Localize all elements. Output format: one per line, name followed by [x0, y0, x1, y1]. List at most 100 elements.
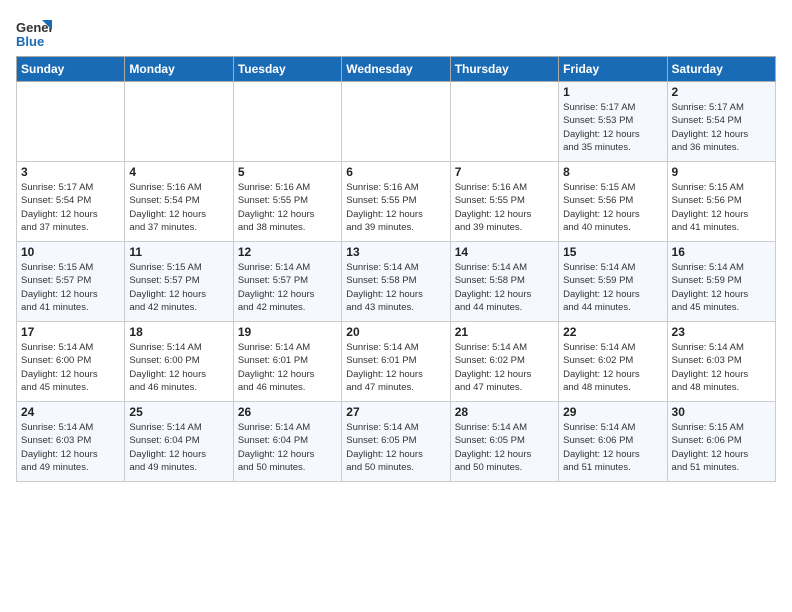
- calendar-day-cell: 12 Sunrise: 5:14 AM Sunset: 5:57 PM Dayli…: [233, 242, 341, 322]
- day-number: 10: [21, 245, 120, 259]
- day-number: 8: [563, 165, 662, 179]
- calendar-week-row: 17 Sunrise: 5:14 AM Sunset: 6:00 PM Dayli…: [17, 322, 776, 402]
- day-of-week-header: Monday: [125, 57, 233, 82]
- calendar-day-cell: 24 Sunrise: 5:14 AM Sunset: 6:03 PM Dayli…: [17, 402, 125, 482]
- calendar-day-cell: 25Sunrise: 5:14 AM Sunset: 6:04 PM Dayli…: [125, 402, 233, 482]
- calendar-day-cell: 4 Sunrise: 5:16 AM Sunset: 5:54 PM Daylig…: [125, 162, 233, 242]
- calendar-day-cell: 19 Sunrise: 5:14 AM Sunset: 6:01 PM Dayli…: [233, 322, 341, 402]
- calendar-day-cell: 27Sunrise: 5:14 AM Sunset: 6:05 PM Dayli…: [342, 402, 450, 482]
- day-number: 28: [455, 405, 554, 419]
- calendar-week-row: 3 Sunrise: 5:17 AM Sunset: 5:54 PM Daylig…: [17, 162, 776, 242]
- day-info: Sunrise: 5:14 AM Sunset: 6:04 PM Dayligh…: [129, 421, 228, 474]
- calendar-day-cell: 6 Sunrise: 5:16 AM Sunset: 5:55 PM Daylig…: [342, 162, 450, 242]
- calendar-day-cell: 23Sunrise: 5:14 AM Sunset: 6:03 PM Dayli…: [667, 322, 775, 402]
- calendar-day-cell: 28 Sunrise: 5:14 AM Sunset: 6:05 PM Dayli…: [450, 402, 558, 482]
- day-info: Sunrise: 5:14 AM Sunset: 6:05 PM Dayligh…: [455, 421, 554, 474]
- day-info: Sunrise: 5:17 AM Sunset: 5:53 PM Dayligh…: [563, 101, 662, 154]
- day-info: Sunrise: 5:14 AM Sunset: 6:00 PM Dayligh…: [129, 341, 228, 394]
- calendar-day-cell: 22 Sunrise: 5:14 AM Sunset: 6:02 PM Dayli…: [559, 322, 667, 402]
- day-info: Sunrise: 5:17 AM Sunset: 5:54 PM Dayligh…: [21, 181, 120, 234]
- calendar-week-row: 10 Sunrise: 5:15 AM Sunset: 5:57 PM Dayli…: [17, 242, 776, 322]
- day-number: 24: [21, 405, 120, 419]
- day-info: Sunrise: 5:14 AM Sunset: 6:01 PM Dayligh…: [346, 341, 445, 394]
- calendar-body: 1 Sunrise: 5:17 AM Sunset: 5:53 PM Daylig…: [17, 82, 776, 482]
- calendar-day-cell: [233, 82, 341, 162]
- day-of-week-header: Saturday: [667, 57, 775, 82]
- day-number: 30: [672, 405, 771, 419]
- calendar-week-row: 24 Sunrise: 5:14 AM Sunset: 6:03 PM Dayli…: [17, 402, 776, 482]
- calendar-day-cell: [17, 82, 125, 162]
- day-number: 3: [21, 165, 120, 179]
- calendar-day-cell: 13 Sunrise: 5:14 AM Sunset: 5:58 PM Dayli…: [342, 242, 450, 322]
- day-info: Sunrise: 5:14 AM Sunset: 5:59 PM Dayligh…: [672, 261, 771, 314]
- day-number: 18: [129, 325, 228, 339]
- calendar-day-cell: [450, 82, 558, 162]
- day-number: 1: [563, 85, 662, 99]
- calendar-day-cell: 18 Sunrise: 5:14 AM Sunset: 6:00 PM Dayli…: [125, 322, 233, 402]
- day-number: 2: [672, 85, 771, 99]
- day-number: 27: [346, 405, 445, 419]
- day-info: Sunrise: 5:15 AM Sunset: 6:06 PM Dayligh…: [672, 421, 771, 474]
- calendar-day-cell: 10 Sunrise: 5:15 AM Sunset: 5:57 PM Dayli…: [17, 242, 125, 322]
- calendar-header-row: SundayMondayTuesdayWednesdayThursdayFrid…: [17, 57, 776, 82]
- calendar-day-cell: [342, 82, 450, 162]
- calendar-day-cell: 8 Sunrise: 5:15 AM Sunset: 5:56 PM Daylig…: [559, 162, 667, 242]
- day-info: Sunrise: 5:15 AM Sunset: 5:57 PM Dayligh…: [21, 261, 120, 314]
- calendar-day-cell: 3 Sunrise: 5:17 AM Sunset: 5:54 PM Daylig…: [17, 162, 125, 242]
- day-number: 11: [129, 245, 228, 259]
- day-info: Sunrise: 5:16 AM Sunset: 5:55 PM Dayligh…: [346, 181, 445, 234]
- day-number: 21: [455, 325, 554, 339]
- calendar-day-cell: 29 Sunrise: 5:14 AM Sunset: 6:06 PM Dayli…: [559, 402, 667, 482]
- day-info: Sunrise: 5:15 AM Sunset: 5:56 PM Dayligh…: [563, 181, 662, 234]
- day-of-week-header: Thursday: [450, 57, 558, 82]
- day-info: Sunrise: 5:14 AM Sunset: 5:57 PM Dayligh…: [238, 261, 337, 314]
- day-info: Sunrise: 5:14 AM Sunset: 6:06 PM Dayligh…: [563, 421, 662, 474]
- day-info: Sunrise: 5:14 AM Sunset: 6:02 PM Dayligh…: [563, 341, 662, 394]
- day-number: 5: [238, 165, 337, 179]
- day-number: 29: [563, 405, 662, 419]
- day-of-week-header: Wednesday: [342, 57, 450, 82]
- calendar-day-cell: 15 Sunrise: 5:14 AM Sunset: 5:59 PM Dayli…: [559, 242, 667, 322]
- calendar-day-cell: 20 Sunrise: 5:14 AM Sunset: 6:01 PM Dayli…: [342, 322, 450, 402]
- day-number: 13: [346, 245, 445, 259]
- calendar-day-cell: 2 Sunrise: 5:17 AM Sunset: 5:54 PM Daylig…: [667, 82, 775, 162]
- calendar-table: SundayMondayTuesdayWednesdayThursdayFrid…: [16, 56, 776, 482]
- calendar-day-cell: 1 Sunrise: 5:17 AM Sunset: 5:53 PM Daylig…: [559, 82, 667, 162]
- day-info: Sunrise: 5:14 AM Sunset: 5:58 PM Dayligh…: [455, 261, 554, 314]
- day-info: Sunrise: 5:16 AM Sunset: 5:54 PM Dayligh…: [129, 181, 228, 234]
- day-number: 22: [563, 325, 662, 339]
- day-info: Sunrise: 5:14 AM Sunset: 6:04 PM Dayligh…: [238, 421, 337, 474]
- calendar-day-cell: 16Sunrise: 5:14 AM Sunset: 5:59 PM Dayli…: [667, 242, 775, 322]
- day-info: Sunrise: 5:15 AM Sunset: 5:56 PM Dayligh…: [672, 181, 771, 234]
- day-info: Sunrise: 5:14 AM Sunset: 5:58 PM Dayligh…: [346, 261, 445, 314]
- logo: General Blue: [16, 16, 52, 52]
- day-info: Sunrise: 5:16 AM Sunset: 5:55 PM Dayligh…: [238, 181, 337, 234]
- day-of-week-header: Sunday: [17, 57, 125, 82]
- day-info: Sunrise: 5:14 AM Sunset: 5:59 PM Dayligh…: [563, 261, 662, 314]
- day-number: 15: [563, 245, 662, 259]
- day-number: 20: [346, 325, 445, 339]
- calendar-day-cell: 30 Sunrise: 5:15 AM Sunset: 6:06 PM Dayli…: [667, 402, 775, 482]
- day-info: Sunrise: 5:16 AM Sunset: 5:55 PM Dayligh…: [455, 181, 554, 234]
- logo-icon: General Blue: [16, 16, 52, 52]
- calendar-day-cell: 9Sunrise: 5:15 AM Sunset: 5:56 PM Daylig…: [667, 162, 775, 242]
- day-info: Sunrise: 5:17 AM Sunset: 5:54 PM Dayligh…: [672, 101, 771, 154]
- svg-text:Blue: Blue: [16, 34, 44, 49]
- calendar-day-cell: [125, 82, 233, 162]
- day-number: 14: [455, 245, 554, 259]
- day-number: 17: [21, 325, 120, 339]
- calendar-day-cell: 5 Sunrise: 5:16 AM Sunset: 5:55 PM Daylig…: [233, 162, 341, 242]
- day-number: 6: [346, 165, 445, 179]
- day-number: 4: [129, 165, 228, 179]
- day-info: Sunrise: 5:14 AM Sunset: 6:01 PM Dayligh…: [238, 341, 337, 394]
- day-info: Sunrise: 5:14 AM Sunset: 6:03 PM Dayligh…: [21, 421, 120, 474]
- calendar-day-cell: 7 Sunrise: 5:16 AM Sunset: 5:55 PM Daylig…: [450, 162, 558, 242]
- day-info: Sunrise: 5:14 AM Sunset: 6:00 PM Dayligh…: [21, 341, 120, 394]
- day-number: 7: [455, 165, 554, 179]
- day-number: 19: [238, 325, 337, 339]
- day-number: 23: [672, 325, 771, 339]
- day-of-week-header: Tuesday: [233, 57, 341, 82]
- page-header: General Blue: [16, 16, 776, 52]
- calendar-day-cell: 21Sunrise: 5:14 AM Sunset: 6:02 PM Dayli…: [450, 322, 558, 402]
- day-number: 12: [238, 245, 337, 259]
